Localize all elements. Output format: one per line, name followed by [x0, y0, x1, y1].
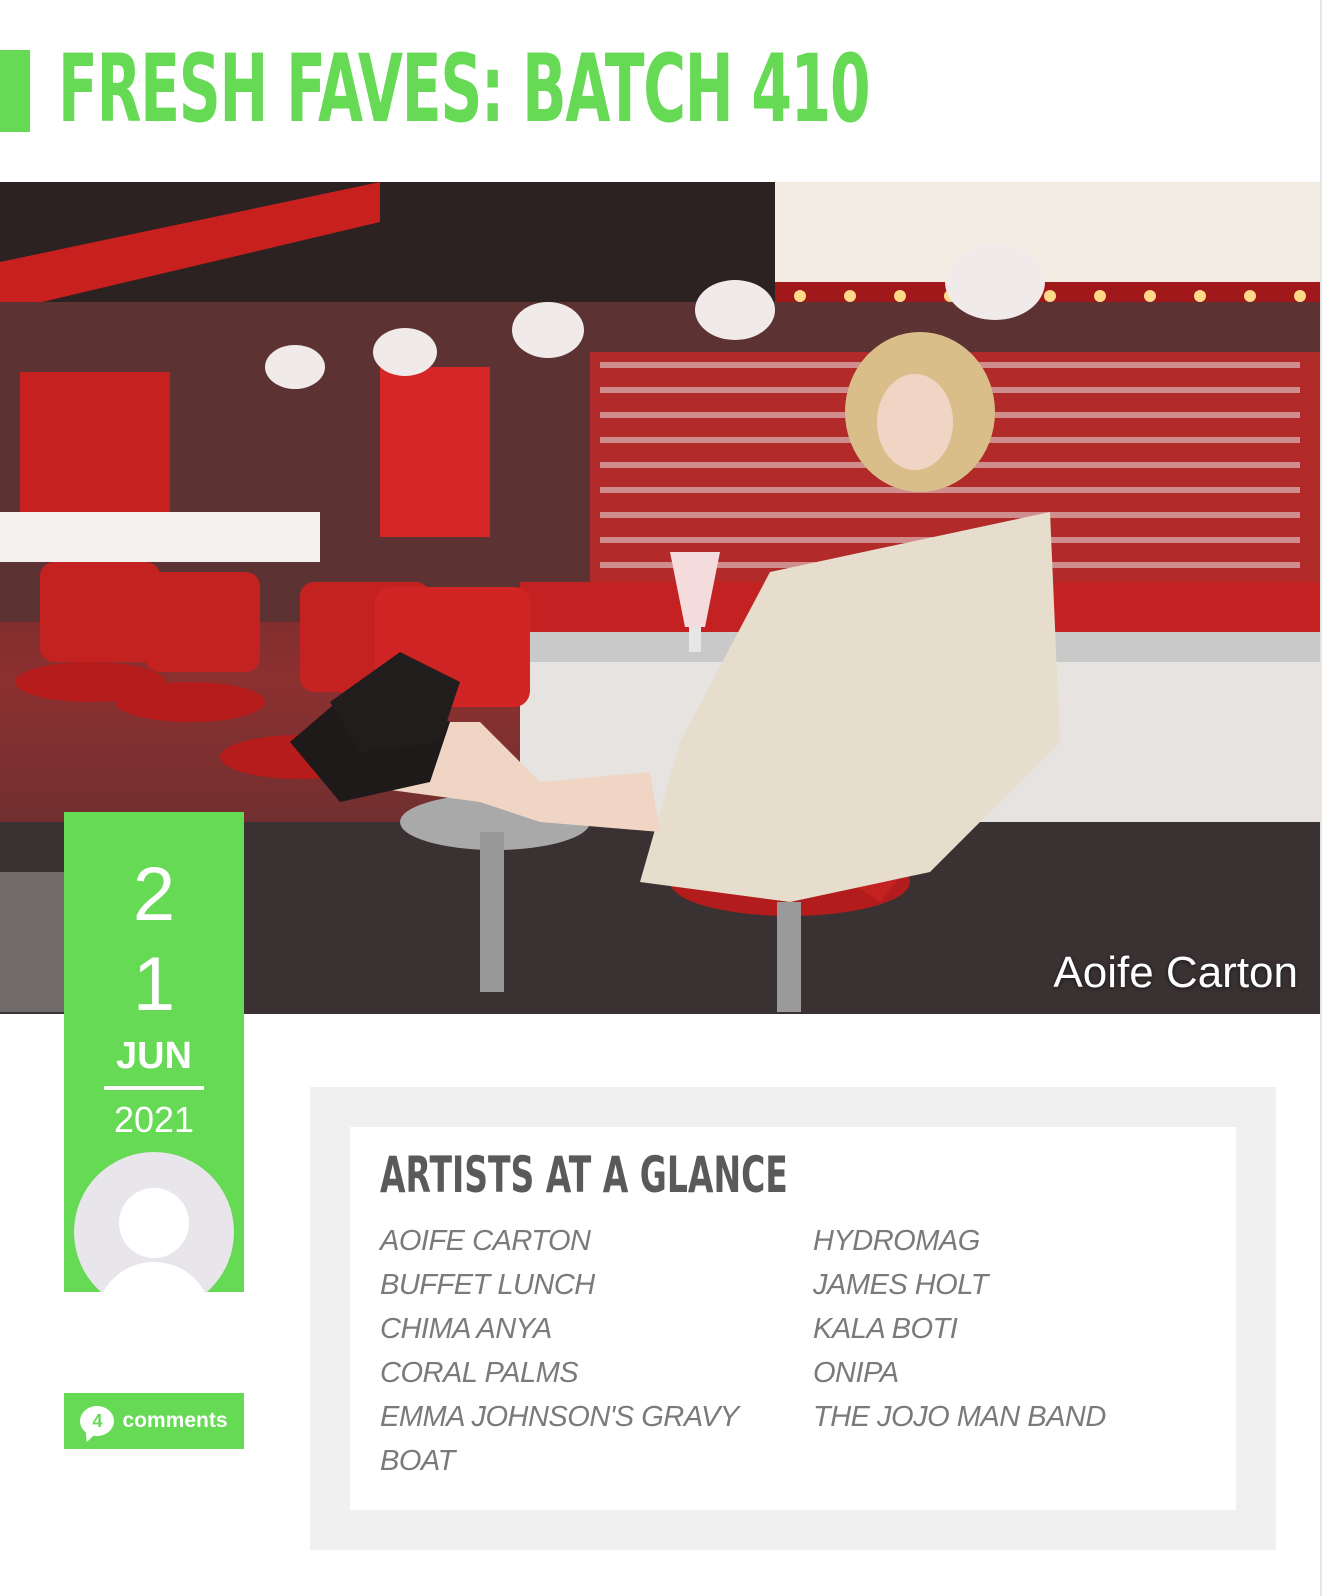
artists-panel-inner: Artists at a glance Aoife Carton Buffet …	[350, 1127, 1236, 1510]
author-avatar[interactable]	[74, 1152, 234, 1312]
hero-caption: Aoife Carton	[1053, 948, 1298, 997]
date-day-digit-1: 2	[132, 852, 176, 937]
artists-list-right: Hydromag James Holt Kala Boti Onipa The …	[813, 1219, 1223, 1439]
avatar-head-icon	[119, 1188, 189, 1258]
artist-item: Chima Anya	[380, 1313, 552, 1345]
post-date: 2 1 JUN 2021	[64, 812, 244, 1312]
artist-item: Hydromag	[813, 1225, 980, 1257]
artists-panel: Artists at a glance Aoife Carton Buffet …	[310, 1087, 1276, 1550]
artist-item: The Jojo Man Band	[813, 1401, 1106, 1433]
page-title: Fresh Faves: Batch 410	[58, 35, 871, 144]
artist-item: Buffet Lunch	[380, 1269, 595, 1301]
artist-item: Onipa	[813, 1357, 899, 1389]
date-month: JUN	[115, 1035, 193, 1077]
artist-item: Emma Johnson's Gravy Boat	[380, 1401, 739, 1477]
artists-title: Artists at a glance	[380, 1146, 788, 1204]
artists-list-left: Aoife Carton Buffet Lunch Chima Anya Cor…	[380, 1219, 790, 1483]
artist-item: Aoife Carton	[380, 1225, 591, 1257]
comments-label: comments	[122, 1409, 228, 1432]
avatar-body-icon	[96, 1262, 212, 1312]
artist-item: Kala Boti	[813, 1313, 958, 1345]
date-day-digit-2: 1	[132, 942, 176, 1027]
title-accent-bar	[0, 50, 30, 132]
comment-bubble-icon: 4	[80, 1406, 115, 1436]
artist-item: Coral Palms	[380, 1357, 579, 1389]
date-year: 2021	[113, 1099, 195, 1140]
comments-button[interactable]: 4 comments	[64, 1393, 244, 1449]
artist-item: James Holt	[813, 1269, 988, 1301]
date-divider	[104, 1086, 204, 1090]
